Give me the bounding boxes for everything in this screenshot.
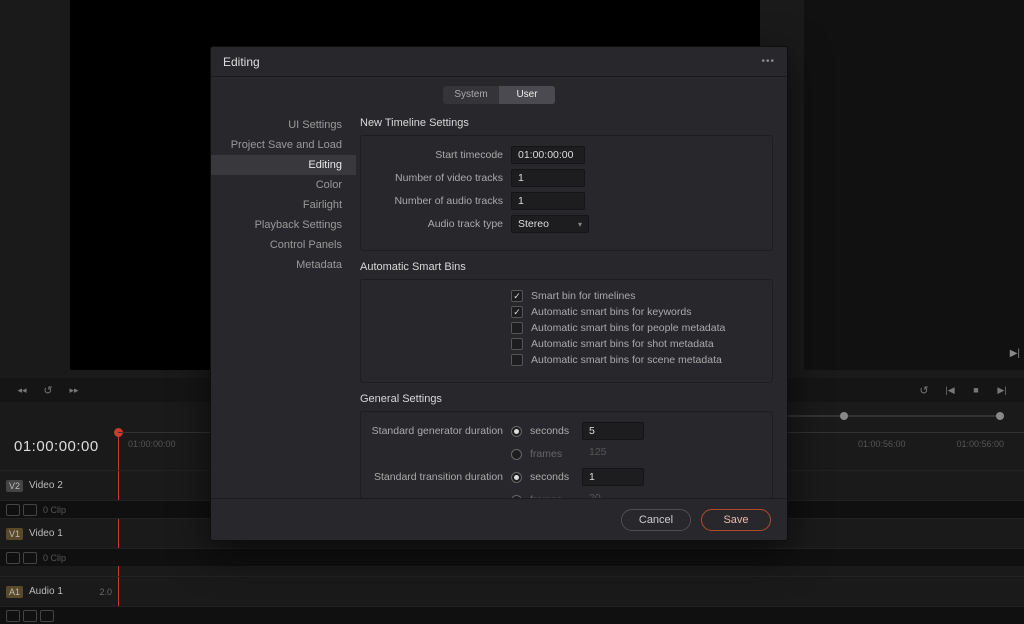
lock-icon[interactable]	[6, 610, 20, 622]
chevron-down-icon: ▾	[578, 220, 582, 229]
checkbox-smartbin-shot[interactable]	[511, 338, 523, 350]
input-trans-seconds[interactable]	[582, 468, 644, 486]
lock-icon[interactable]	[6, 504, 20, 516]
dialog-footer: Cancel Save	[211, 498, 787, 540]
radio-gen-frames[interactable]	[511, 449, 522, 460]
label-start-timecode: Start timecode	[371, 149, 503, 161]
label-video-tracks: Number of video tracks	[371, 172, 503, 184]
enable-icon[interactable]	[23, 552, 37, 564]
enable-icon[interactable]	[23, 504, 37, 516]
input-trans-frames: 20	[582, 491, 644, 498]
label-audio-tracks: Number of audio tracks	[371, 195, 503, 207]
section-smartbins: Smart bin for timelines Automatic smart …	[360, 279, 773, 383]
input-start-timecode[interactable]	[511, 146, 585, 164]
preferences-dialog: Editing ••• System User UI Settings Proj…	[210, 46, 788, 541]
cat-control-panels[interactable]: Control Panels	[211, 235, 356, 255]
section-title-smartbins: Automatic Smart Bins	[360, 261, 773, 273]
next-clip-icon[interactable]: ▸▸	[68, 385, 80, 396]
stop-icon[interactable]: ■	[970, 385, 982, 395]
cat-ui-settings[interactable]: UI Settings	[211, 115, 356, 135]
prev-icon[interactable]: |◀	[944, 385, 956, 396]
ruler-tick: 01:00:56:00	[956, 439, 1004, 449]
cat-project-save-load[interactable]: Project Save and Load	[211, 135, 356, 155]
section-title-timeline: New Timeline Settings	[360, 117, 773, 129]
tab-user[interactable]: User	[499, 86, 555, 104]
cat-metadata[interactable]: Metadata	[211, 255, 356, 275]
track-a1-sub	[0, 606, 1024, 624]
cat-color[interactable]: Color	[211, 175, 356, 195]
input-video-tracks[interactable]	[511, 169, 585, 187]
cancel-button[interactable]: Cancel	[621, 509, 691, 531]
checkbox-smartbin-keywords[interactable]	[511, 306, 523, 318]
mute-icon[interactable]	[40, 610, 54, 622]
cat-playback-settings[interactable]: Playback Settings	[211, 215, 356, 235]
label-generator-duration: Standard generator duration	[371, 425, 503, 437]
prefs-tabstrip: System User	[211, 81, 787, 109]
side-panel	[804, 0, 1024, 370]
section-timeline: Start timecode Number of video tracks Nu…	[360, 135, 773, 251]
input-gen-frames: 125	[582, 445, 644, 463]
track-v1-sub: 0 Clip	[0, 548, 1024, 566]
ruler-tick: 01:00:00:00	[128, 439, 176, 449]
next-icon[interactable]: ▶|	[996, 385, 1008, 396]
cat-fairlight[interactable]: Fairlight	[211, 195, 356, 215]
radio-gen-seconds[interactable]	[511, 426, 522, 437]
more-options-icon[interactable]: •••	[761, 56, 775, 67]
settings-pane: New Timeline Settings Start timecode Num…	[356, 109, 787, 498]
zoom-slider[interactable]	[780, 410, 1004, 422]
prev-clip-icon[interactable]: ◂◂	[16, 385, 28, 396]
dialog-header: Editing •••	[211, 47, 787, 77]
input-gen-seconds[interactable]	[582, 422, 644, 440]
checkbox-smartbin-scene[interactable]	[511, 354, 523, 366]
solo-icon[interactable]	[23, 610, 37, 622]
input-audio-tracks[interactable]	[511, 192, 585, 210]
save-button[interactable]: Save	[701, 509, 771, 531]
category-list: UI Settings Project Save and Load Editin…	[211, 109, 356, 498]
cat-editing[interactable]: Editing	[211, 155, 356, 175]
radio-trans-seconds[interactable]	[511, 472, 522, 483]
section-title-general: General Settings	[360, 393, 773, 405]
track-a1-header[interactable]: A1Audio 12.0	[0, 576, 1024, 606]
section-general: Standard generator duration seconds fram…	[360, 411, 773, 498]
label-transition-duration: Standard transition duration	[371, 471, 503, 483]
select-audio-track-type[interactable]: Stereo ▾	[511, 215, 589, 233]
skip-end-icon[interactable]: ▶|	[1010, 348, 1020, 359]
tab-system[interactable]: System	[443, 86, 499, 104]
loop-icon[interactable]: ↺	[42, 384, 54, 397]
checkbox-smartbin-timelines[interactable]	[511, 290, 523, 302]
radio-trans-frames[interactable]	[511, 495, 522, 499]
master-timecode[interactable]: 01:00:00:00	[14, 438, 99, 455]
dialog-title: Editing	[223, 55, 260, 69]
lock-icon[interactable]	[6, 552, 20, 564]
label-audio-track-type: Audio track type	[371, 218, 503, 230]
loop-icon[interactable]: ↺	[918, 384, 930, 397]
ruler-tick: 01:00:56:00	[858, 439, 906, 449]
checkbox-smartbin-people[interactable]	[511, 322, 523, 334]
